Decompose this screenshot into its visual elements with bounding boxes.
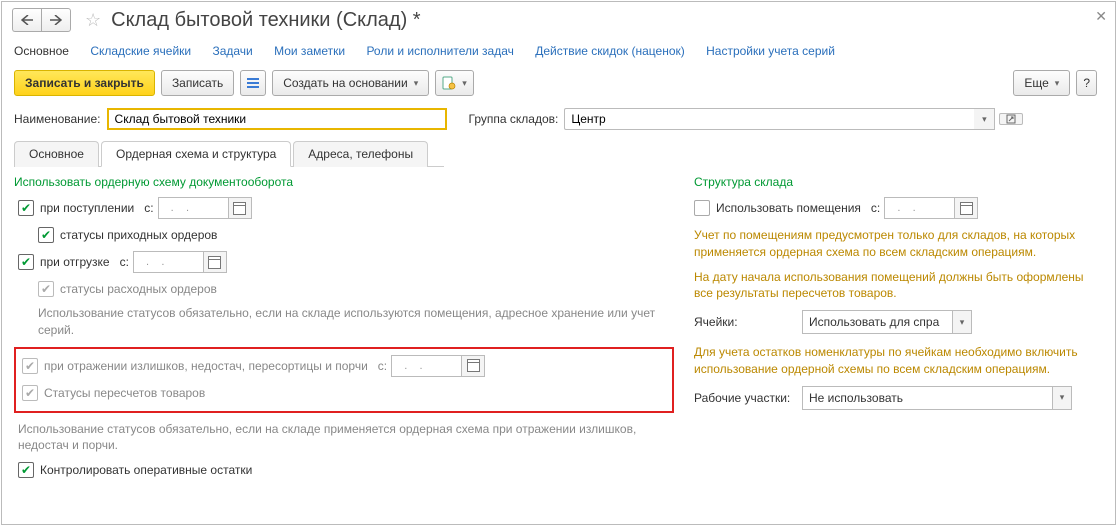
chevron-down-icon: ▾ — [1055, 78, 1060, 89]
group-label: Группа складов: — [469, 112, 559, 126]
checkbox-status-out — [38, 281, 54, 297]
arrow-left-icon — [21, 15, 33, 25]
group-dropdown-button[interactable]: ▾ — [974, 108, 995, 130]
rooms-help-2: На дату начала использования помещений д… — [694, 269, 1103, 303]
open-external-icon — [1006, 114, 1016, 124]
from-label-rooms: с: — [871, 201, 880, 215]
on-surplus-label: при отражении излишков, недостач, пересо… — [44, 359, 368, 373]
nav-notes[interactable]: Мои заметки — [274, 44, 345, 58]
rooms-date-picker[interactable] — [954, 197, 978, 219]
tab-order-scheme[interactable]: Ордерная схема и структура — [101, 141, 291, 167]
group-input[interactable] — [564, 108, 974, 130]
back-button[interactable] — [12, 8, 41, 32]
surplus-date-input[interactable] — [391, 355, 461, 377]
on-ship-label: при отгрузке — [40, 255, 110, 269]
cells-label: Ячейки: — [694, 315, 802, 329]
status-out-label: статусы расходных ордеров — [60, 282, 217, 296]
receipt-date-picker[interactable] — [228, 197, 252, 219]
name-label: Наименование: — [14, 112, 101, 126]
checkbox-on-receipt[interactable] — [18, 200, 34, 216]
calendar-icon — [208, 256, 221, 269]
tab-addresses[interactable]: Адреса, телефоны — [293, 141, 428, 167]
checkbox-use-rooms[interactable] — [694, 200, 710, 216]
save-and-close-label: Записать и закрыть — [25, 76, 144, 90]
checkbox-control-balances[interactable] — [18, 462, 34, 478]
status-help-1: Использование статусов обязательно, если… — [14, 305, 674, 339]
window-title: Склад бытовой техники (Склад) * — [111, 9, 420, 32]
from-label-3: с: — [378, 359, 387, 373]
nav-discount[interactable]: Действие скидок (наценок) — [535, 44, 685, 58]
forward-button[interactable] — [41, 8, 71, 32]
receipt-date-input[interactable] — [158, 197, 228, 219]
save-label: Записать — [172, 76, 223, 90]
chevron-down-icon: ▾ — [462, 78, 467, 89]
on-receipt-label: при поступлении — [40, 201, 134, 215]
name-input[interactable] — [107, 108, 447, 130]
create-from-label: Создать на основании — [283, 76, 408, 90]
cells-select[interactable]: Использовать для спра — [802, 310, 952, 334]
document-gear-icon — [442, 76, 456, 90]
rooms-help-1: Учет по помещениям предусмотрен только д… — [694, 227, 1103, 261]
nav-cells[interactable]: Складские ячейки — [90, 44, 191, 58]
calendar-icon — [960, 202, 973, 215]
nav-main[interactable]: Основное — [14, 44, 69, 58]
rooms-date-input[interactable] — [884, 197, 954, 219]
ship-date-input[interactable] — [133, 251, 203, 273]
status-help-2: Использование статусов обязательно, если… — [14, 421, 674, 455]
surplus-date-picker[interactable] — [461, 355, 485, 377]
favorite-star-icon[interactable]: ☆ — [85, 10, 101, 31]
cells-select-button[interactable]: ▾ — [952, 310, 972, 334]
calendar-icon — [467, 359, 480, 372]
from-label: с: — [144, 201, 153, 215]
list-view-button[interactable] — [240, 70, 266, 96]
calendar-icon — [233, 202, 246, 215]
tab-main[interactable]: Основное — [14, 141, 99, 167]
checkbox-on-surplus — [22, 358, 38, 374]
checkbox-on-ship[interactable] — [18, 254, 34, 270]
areas-select-value: Не использовать — [809, 391, 903, 405]
create-from-button[interactable]: Создать на основании ▾ — [272, 70, 429, 96]
more-button[interactable]: Еще ▾ — [1013, 70, 1070, 96]
status-in-label: статусы приходных ордеров — [60, 228, 217, 242]
order-scheme-title: Использовать ордерную схему документообо… — [14, 175, 674, 189]
structure-title: Структура склада — [694, 175, 1103, 189]
save-and-close-button[interactable]: Записать и закрыть — [14, 70, 155, 96]
areas-select-button[interactable]: ▾ — [1052, 386, 1072, 410]
checkbox-status-in[interactable] — [38, 227, 54, 243]
save-button[interactable]: Записать — [161, 70, 234, 96]
areas-label: Рабочие участки: — [694, 391, 802, 405]
cells-help: Для учета остатков номенклатуры по ячейк… — [694, 344, 1103, 378]
arrow-right-icon — [50, 15, 62, 25]
areas-select[interactable]: Не использовать — [802, 386, 1052, 410]
help-button[interactable]: ? — [1076, 70, 1097, 96]
list-icon — [247, 78, 259, 88]
nav-roles[interactable]: Роли и исполнители задач — [366, 44, 513, 58]
section-nav: Основное Складские ячейки Задачи Мои зам… — [2, 40, 1115, 68]
close-button[interactable]: ✕ — [1095, 8, 1107, 25]
tab-bar: Основное Ордерная схема и структура Адре… — [14, 140, 444, 167]
checkbox-status-recount — [22, 385, 38, 401]
control-balances-label: Контролировать оперативные остатки — [40, 463, 252, 477]
reports-button[interactable]: ▾ — [435, 70, 474, 96]
more-label: Еще — [1024, 76, 1048, 90]
nav-tasks[interactable]: Задачи — [212, 44, 252, 58]
help-label: ? — [1083, 76, 1090, 90]
highlighted-block: при отражении излишков, недостач, пересо… — [14, 347, 674, 413]
from-label-2: с: — [120, 255, 129, 269]
status-recount-label: Статусы пересчетов товаров — [44, 386, 205, 400]
nav-series[interactable]: Настройки учета серий — [706, 44, 835, 58]
group-open-button[interactable] — [999, 113, 1023, 125]
use-rooms-label: Использовать помещения — [716, 201, 861, 215]
cells-select-value: Использовать для спра — [809, 315, 939, 329]
ship-date-picker[interactable] — [203, 251, 227, 273]
chevron-down-icon: ▾ — [414, 78, 419, 89]
